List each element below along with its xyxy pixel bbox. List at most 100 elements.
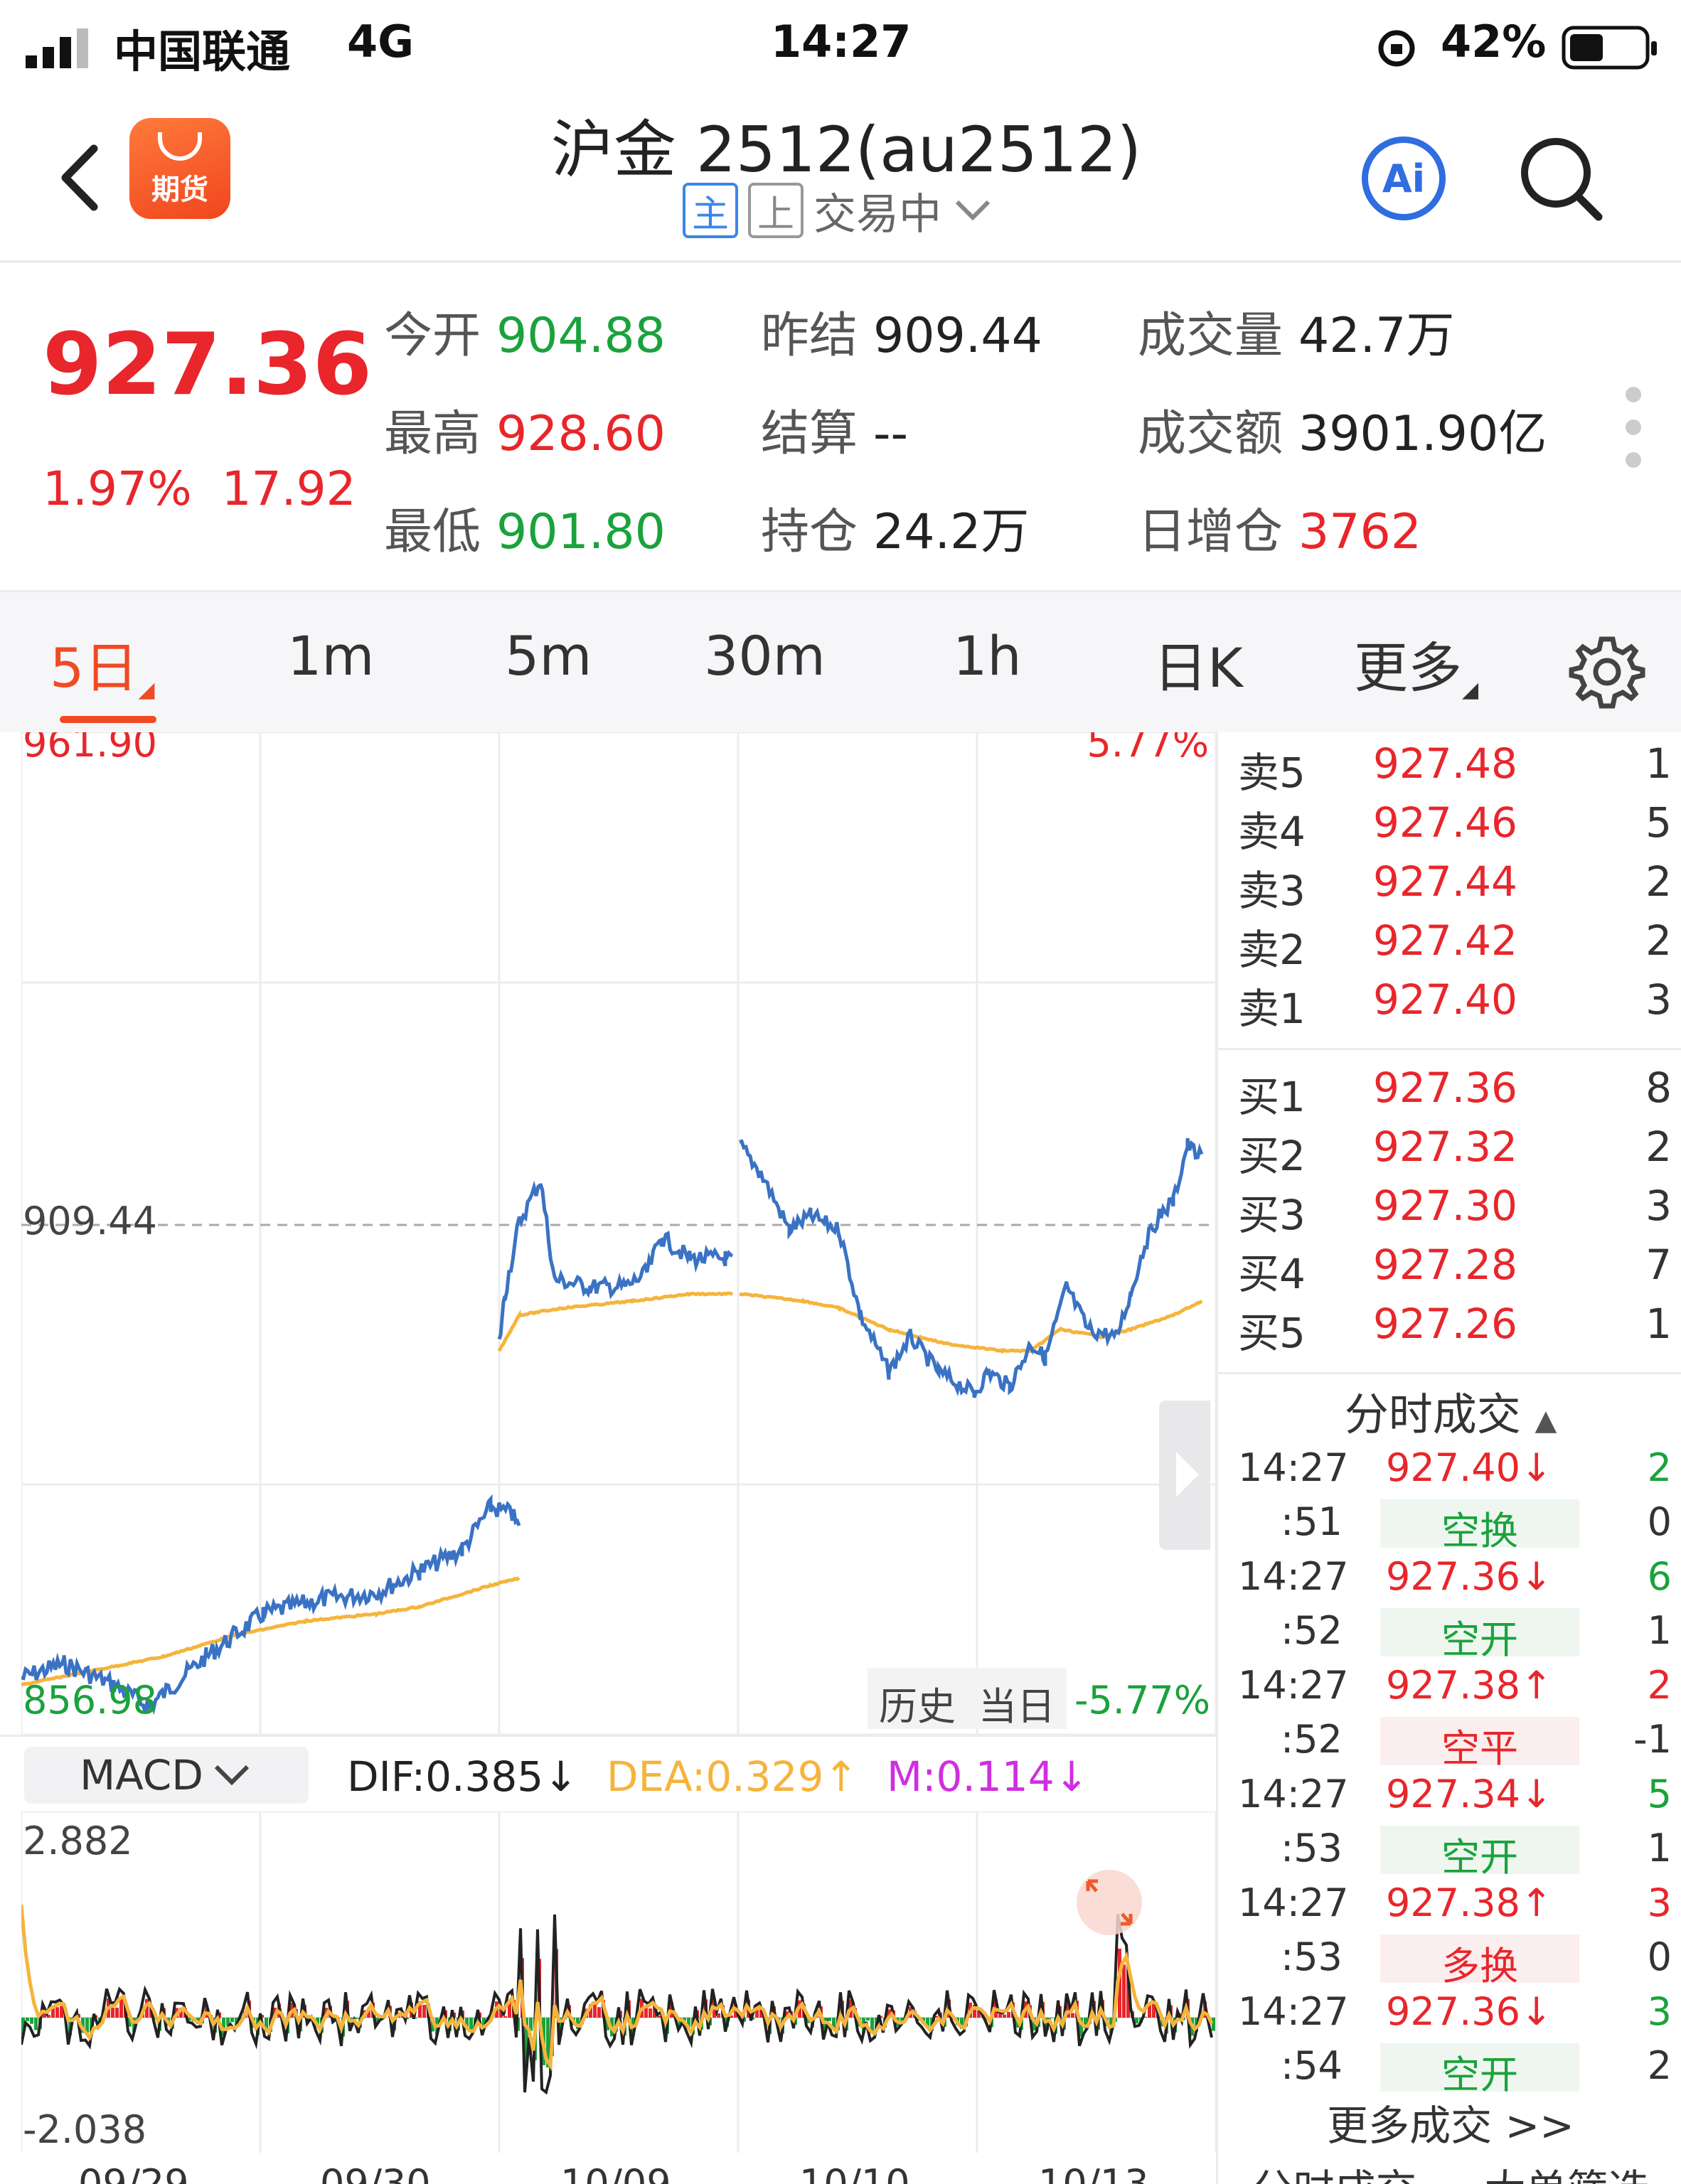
ask-row[interactable]: 卖2 927.42 2 (1238, 916, 1672, 976)
low-label: 最低 (384, 504, 481, 560)
trading-status: 交易中 (813, 189, 941, 240)
tick-time: 14:27 (1238, 1663, 1349, 1708)
tick-title[interactable]: 分时成交 ▲ (1218, 1379, 1681, 1442)
level-label: 买4 (1238, 1250, 1306, 1298)
tick-time: 14:27 (1238, 1880, 1349, 1925)
oi-change-label: 日增仓 (1138, 504, 1284, 560)
level-label: 卖1 (1238, 985, 1306, 1033)
macd-m-value: M:0.114↓ (886, 1752, 1089, 1801)
ask-row[interactable]: 卖5 927.48 1 (1238, 739, 1672, 799)
tab-1h[interactable]: 1h (953, 624, 1022, 687)
level-price: 927.28 (1373, 1241, 1517, 1289)
tick-type-badge: 空开 (1380, 2043, 1579, 2097)
tick-type-badge: 空换 (1380, 1499, 1579, 1553)
macd-bar (1212, 2018, 1215, 2031)
contract-status-selector[interactable]: 主 上 交易中 (683, 182, 994, 240)
tick-volume: 2 (1647, 1445, 1672, 1490)
macd-bar (115, 2007, 119, 2018)
level-price: 927.44 (1373, 857, 1517, 906)
gear-icon[interactable] (1564, 629, 1650, 714)
macd-bar (230, 2018, 234, 2023)
tick-detail-row: :52 空平 -1 (1238, 1717, 1672, 1771)
tab-5m[interactable]: 5m (505, 624, 592, 687)
tab-tick-trades[interactable]: 分时成交 (1218, 2156, 1451, 2184)
level-label: 买1 (1238, 1073, 1306, 1121)
back-icon[interactable] (50, 139, 114, 217)
bid-row[interactable]: 买5 927.26 1 (1238, 1300, 1672, 1359)
bid-row[interactable]: 买2 927.32 2 (1238, 1123, 1672, 1182)
bid-row[interactable]: 买3 927.30 3 (1238, 1182, 1672, 1241)
tab-more[interactable]: 更多◢ (1354, 624, 1478, 702)
change-amount: 17.92 (221, 461, 356, 516)
tick-time: 14:27 (1238, 1554, 1349, 1599)
open-cell: 今开 904.88 (384, 296, 666, 366)
indicator-select[interactable]: MACD (24, 1747, 309, 1804)
bid-row[interactable]: 买4 927.28 7 (1238, 1241, 1672, 1300)
logo-label: 期货 (151, 173, 208, 206)
tick-row: 14:27 927.38↑ 2 (1238, 1663, 1672, 1717)
bid-row[interactable]: 买1 927.36 8 (1238, 1064, 1672, 1123)
tick-type-badge: 多换 (1380, 1934, 1579, 1988)
date-label: 09/30 (320, 2161, 431, 2184)
level-price: 927.36 (1373, 1064, 1517, 1112)
level-volume: 8 (1645, 1064, 1672, 1112)
level-label: 买2 (1238, 1132, 1306, 1180)
macd-chart[interactable]: 2.882 -2.038 (21, 1811, 1216, 2153)
dif-value: DIF:0.385↓ (347, 1752, 578, 1801)
more-dots-icon[interactable] (1626, 387, 1647, 485)
ai-assistant-button[interactable]: Ai (1362, 136, 1446, 220)
prev-settle-label: 昨结 (761, 308, 858, 364)
carrier-label: 中国联通 (114, 26, 291, 77)
tab-1m[interactable]: 1m (287, 624, 374, 687)
macd-bar (422, 2004, 426, 2018)
dea-value: DEA:0.329↑ (606, 1752, 858, 1801)
macd-bar (55, 2007, 59, 2018)
status-bar: 中国联通 4G 14:27 42% (0, 0, 1681, 85)
date-label: 10/10 (799, 2161, 910, 2184)
macd-bar (1003, 2014, 1006, 2018)
macd-y-top-label: 2.882 (23, 1819, 133, 1863)
date-label: 10/13 (1038, 2161, 1149, 2184)
ask-row[interactable]: 卖1 927.40 3 (1238, 975, 1672, 1035)
tab-30m[interactable]: 30m (704, 624, 826, 687)
y-axis-top-label: 961.90 (23, 732, 157, 766)
search-icon[interactable] (1515, 132, 1607, 224)
ask-row[interactable]: 卖3 927.44 2 (1238, 857, 1672, 917)
open-label: 今开 (384, 308, 481, 364)
tick-oi-change: -1 (1633, 1717, 1672, 1762)
level-price: 927.30 (1373, 1182, 1517, 1230)
history-button[interactable]: 历史 (868, 1668, 967, 1729)
average-price-line (21, 1291, 1203, 1687)
main-contract-tag: 主 (683, 183, 738, 238)
date-label: 09/29 (78, 2161, 189, 2184)
active-tab-indicator (60, 716, 156, 723)
ask-row[interactable]: 卖4 927.46 5 (1238, 798, 1672, 858)
prev-settle-cell: 昨结 909.44 (761, 296, 1042, 366)
low-cell: 最低 901.80 (384, 492, 666, 562)
level-volume: 1 (1645, 1300, 1672, 1348)
tick-price: 927.36↓ (1386, 1554, 1553, 1599)
last-price: 927.36 (43, 316, 373, 414)
page-title: 沪金 2512(au2512) (550, 113, 1142, 186)
tick-volume: 5 (1647, 1772, 1672, 1816)
level-volume: 3 (1645, 1182, 1672, 1230)
tick-detail-row: :52 空开 1 (1238, 1608, 1672, 1662)
tab-5day[interactable]: 5日◢ (50, 624, 154, 702)
oi-change-cell: 日增仓 3762 (1138, 492, 1421, 562)
intraday-price-chart[interactable]: 961.90 909.44 856.98 5.77% -5.77% (21, 732, 1216, 1735)
tick-price: 927.38↑ (1386, 1663, 1553, 1708)
futures-logo[interactable]: 期货 (129, 118, 230, 219)
today-button[interactable]: 当日 (967, 1668, 1067, 1729)
more-trades-link[interactable]: 更多成交 >> (1218, 2092, 1681, 2152)
high-label: 最高 (384, 406, 481, 462)
dea-line (21, 1904, 1214, 2072)
exchange-tag: 上 (748, 183, 804, 238)
tick-detail-row: :53 空开 1 (1238, 1826, 1672, 1880)
tab-large-orders[interactable]: 大单筛选 (1451, 2156, 1681, 2184)
order-book: 卖5 927.48 1 卖4 927.46 5 卖3 927.44 2 卖2 927.42 2 卖1 92… (1216, 732, 1681, 1372)
open-interest-cell: 持仓 24.2万 (761, 492, 1029, 562)
expand-panel-handle[interactable] (1159, 1401, 1210, 1550)
tab-daily-k[interactable]: 日K (1153, 624, 1243, 702)
macd-bar (34, 2018, 38, 2030)
macd-bar (111, 2008, 114, 2018)
